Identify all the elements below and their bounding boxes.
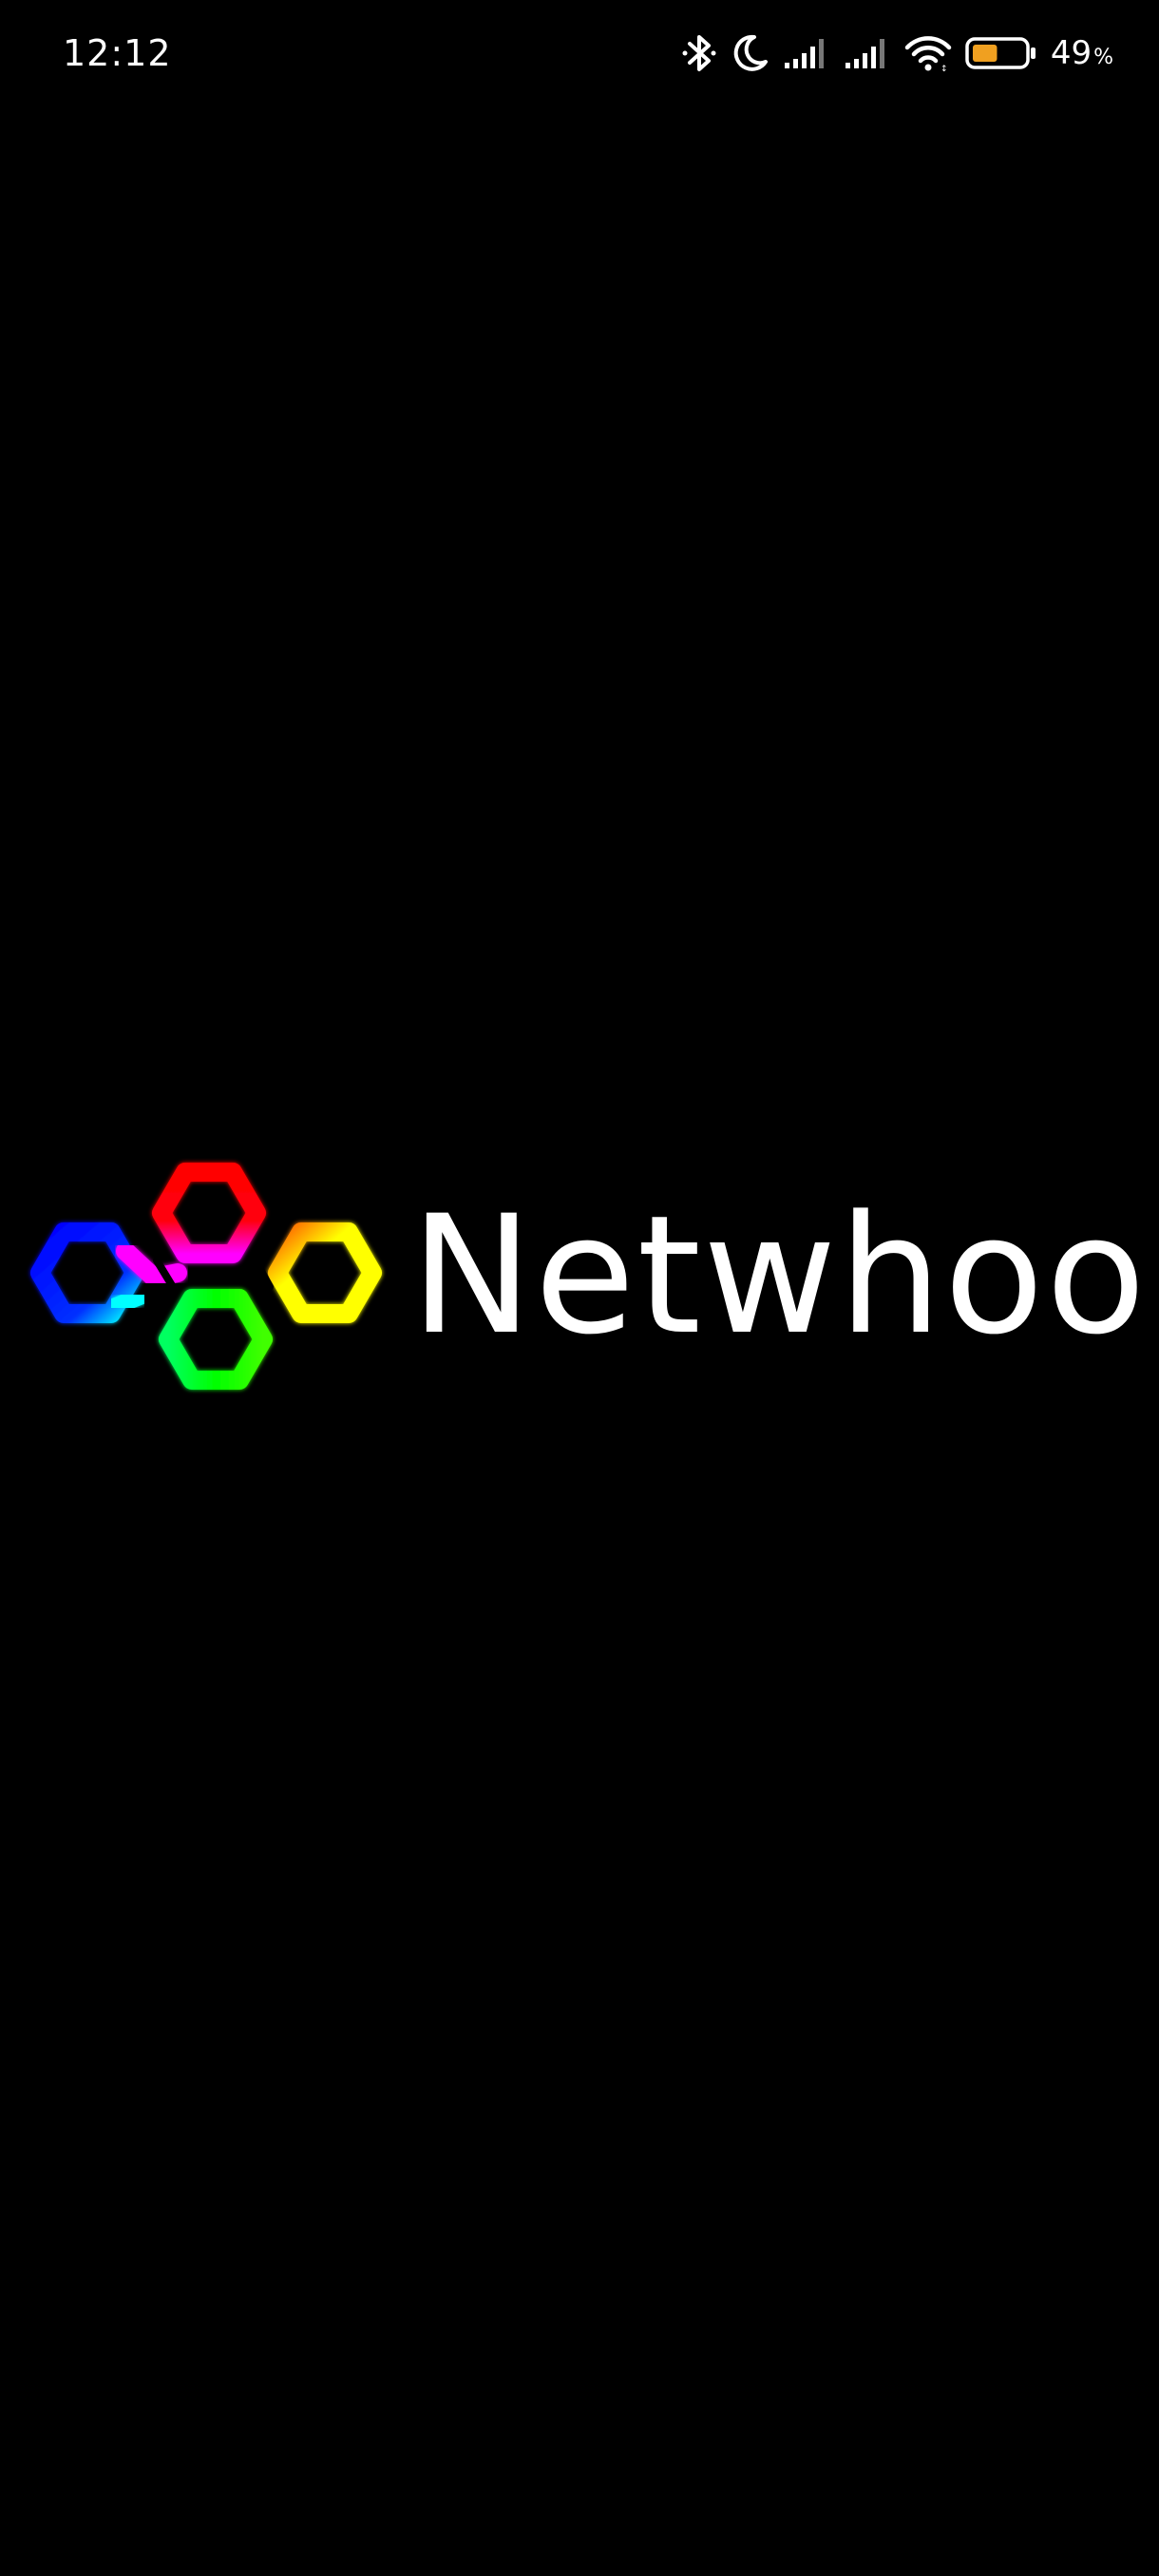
status-icons: ↕ 49% (680, 28, 1113, 78)
splash-logo: Netwhoo (0, 1145, 1159, 1420)
logo-accent-cyan (107, 1288, 148, 1315)
battery-percent-value: 49 (1050, 34, 1092, 72)
battery-percent-unit: % (1093, 46, 1113, 69)
status-time: 12:12 (63, 32, 172, 74)
signal-2-icon (844, 36, 891, 70)
moon-icon (732, 33, 770, 73)
status-bar: 12:12 ↕ 49 % (0, 0, 1159, 106)
bluetooth-icon (680, 31, 718, 75)
signal-1-icon (783, 36, 830, 70)
battery-percent: 49% (1051, 34, 1113, 72)
logo-hexagon-red (152, 1163, 266, 1263)
brand-name: Netwhoo (410, 1180, 1149, 1371)
battery-fill (972, 45, 998, 62)
battery-icon (965, 35, 1037, 71)
logo-hexagon-yellow (268, 1222, 382, 1323)
wifi-icon: ↕ (904, 34, 952, 72)
logo-hexagon-green (159, 1289, 273, 1390)
netwhoo-logo-icon (30, 1163, 382, 1390)
svg-text:↕: ↕ (940, 65, 948, 72)
